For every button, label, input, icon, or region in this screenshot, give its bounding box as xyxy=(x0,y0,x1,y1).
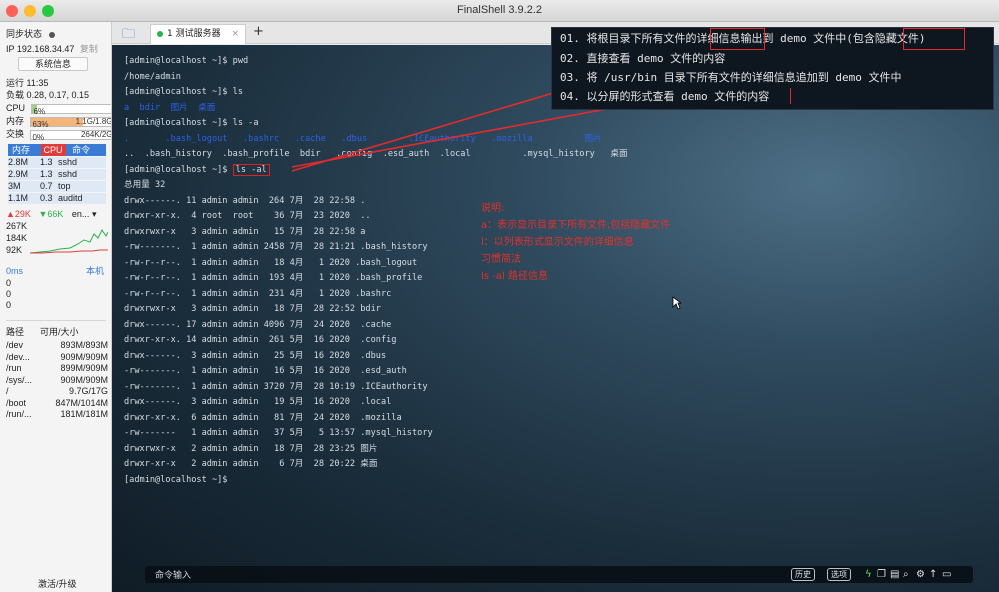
lightning-icon[interactable]: ϟ xyxy=(865,568,872,581)
highlight-detail-info xyxy=(710,28,765,50)
annotation-note: 说明: a：表示显示目录下所有文件,包括隐藏文件 l：以列表形式显示文件的详细信… xyxy=(481,200,670,285)
task-3: 03. 将 /usr/bin 目录下所有文件的详细信息追加到 demo 文件中 xyxy=(560,71,902,84)
text-cursor xyxy=(790,88,791,104)
highlight-hidden-files xyxy=(903,28,965,50)
command-bar: 命令输入 历史 选项 ϟ ❐ ▤ ⌕ ⚙ ↑ ▭ xyxy=(145,566,973,583)
note-line-3: l：以列表形式显示文件的详细信息 xyxy=(481,237,634,248)
history-button[interactable]: 历史 xyxy=(791,568,815,581)
search-icon[interactable]: ⌕ xyxy=(903,568,909,581)
window-icon[interactable]: ▭ xyxy=(942,568,951,581)
paste-icon[interactable]: ▤ xyxy=(890,568,899,581)
finalshell-window: FinalShell 3.9.2.2 同步状态 IP 192.168.34.47… xyxy=(0,0,999,592)
command-input[interactable]: 命令输入 xyxy=(155,568,191,581)
mouse-pointer-icon xyxy=(672,296,682,310)
note-line-4: 习惯简法 xyxy=(481,254,521,265)
note-line-2: a：表示显示目录下所有文件,包括隐藏文件 xyxy=(481,220,671,231)
options-button[interactable]: 选项 xyxy=(827,568,851,581)
gear-icon[interactable]: ⚙ xyxy=(916,568,925,581)
task-4: 04. 以分屏的形式查看 demo 文件的内容 xyxy=(560,90,770,103)
note-line-1: 说明: xyxy=(481,203,505,214)
copy-icon[interactable]: ❐ xyxy=(877,568,886,581)
task-2: 02. 直接查看 demo 文件的内容 xyxy=(560,52,726,65)
task-panel: 01. 将根目录下所有文件的详细信息输出到 demo 文件中(包含隐藏文件) 0… xyxy=(551,27,994,110)
arrow-up-icon[interactable]: ↑ xyxy=(929,568,937,581)
note-line-5: ls -al 路径信息 xyxy=(481,271,548,282)
